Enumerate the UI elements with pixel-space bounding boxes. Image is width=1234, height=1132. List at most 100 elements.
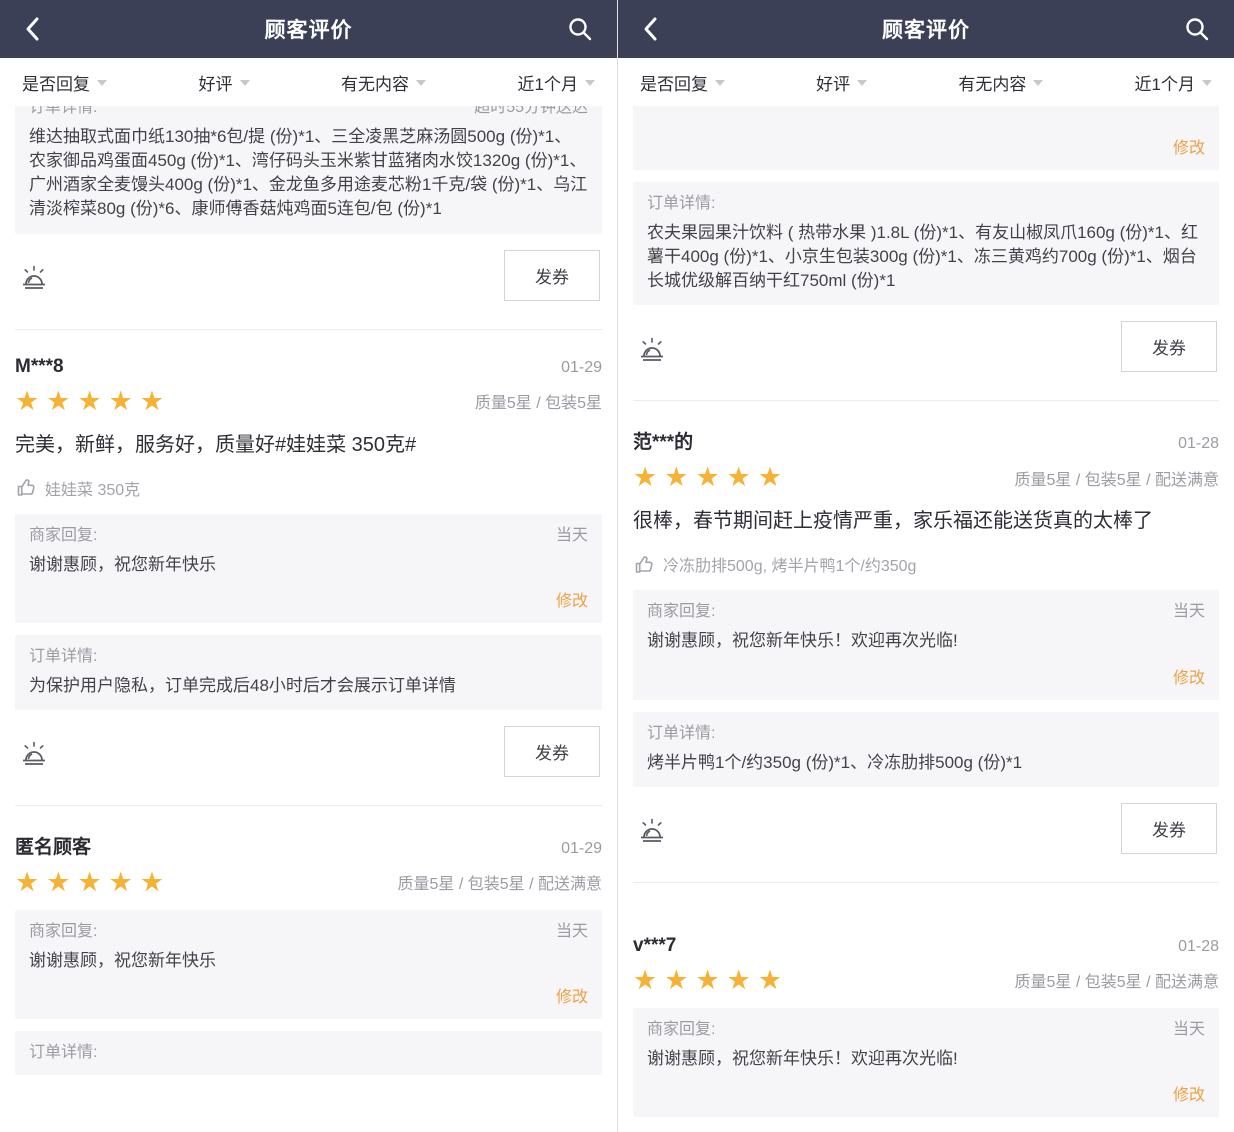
- filter-content[interactable]: 有无内容: [341, 70, 426, 95]
- star-icon: ★: [77, 867, 108, 897]
- merchant-reply-label: 商家回复:: [647, 1020, 715, 1040]
- back-button[interactable]: [638, 12, 672, 46]
- action-row: 发券: [635, 803, 1217, 854]
- customer-review-app: 顾客评价 是否回复 好评 有无内容 近1个月 订单详情: 超时55分钟送达 维达…: [0, 0, 1234, 1132]
- star-icon: ★: [140, 867, 171, 897]
- review-rating-row: ★★★★★ 质量5星 / 包装5星 / 配送满意: [15, 869, 602, 896]
- order-detail-label: 订单详情:: [647, 194, 715, 214]
- review-username: v***7: [633, 935, 676, 957]
- issue-coupon-button[interactable]: 发券: [504, 726, 600, 777]
- alarm-bell-icon[interactable]: [17, 734, 51, 768]
- action-row: 发券: [17, 726, 600, 777]
- modify-reply-link[interactable]: 修改: [29, 587, 588, 611]
- search-icon[interactable]: [1180, 12, 1214, 46]
- left-appbar: 顾客评价: [0, 0, 617, 58]
- back-button[interactable]: [20, 12, 54, 46]
- review-content: 很棒，春节期间赶上疫情严重，家乐福还能送货真的太棒了: [633, 507, 1219, 536]
- review-rating-row: ★★★★★ 质量5星 / 包装5星 / 配送满意: [633, 967, 1219, 994]
- order-privacy-text: 为保护用户隐私，订单完成后48小时后才会展示订单详情: [29, 674, 588, 698]
- page-title: 顾客评价: [0, 14, 617, 44]
- star-icon: ★: [695, 965, 726, 995]
- filter-period[interactable]: 近1个月: [1135, 70, 1212, 95]
- right-filterbar: 是否回复 好评 有无内容 近1个月: [618, 58, 1234, 106]
- review-rating-row: ★★★★★ 质量5星 / 包装5星: [15, 388, 602, 415]
- merchant-reply-label: 商家回复:: [29, 526, 97, 546]
- review-header: 范***的 01-28: [633, 427, 1219, 454]
- merchant-reply-label: 商家回复:: [647, 602, 715, 622]
- divider: [15, 805, 602, 806]
- review-username: 范***的: [633, 427, 693, 454]
- chevron-down-icon: [715, 80, 725, 86]
- review-date: 01-29: [561, 840, 602, 858]
- left-filterbar: 是否回复 好评 有无内容 近1个月: [0, 58, 617, 106]
- alarm-bell-icon[interactable]: [635, 330, 669, 364]
- merchant-reply-box: 修改: [633, 106, 1219, 170]
- filter-period[interactable]: 近1个月: [518, 70, 595, 95]
- review-username: M***8: [15, 356, 64, 378]
- issue-coupon-button[interactable]: 发券: [1121, 803, 1217, 854]
- product-tag: 娃娃菜 350克: [15, 476, 602, 500]
- reply-time-label: 当天: [1173, 1020, 1205, 1040]
- modify-reply-link[interactable]: 修改: [29, 983, 588, 1007]
- rating-detail-text: 质量5星 / 包装5星 / 配送满意: [398, 870, 602, 894]
- merchant-reply-box: 商家回复: 当天 谢谢惠顾，祝您新年快乐 修改: [15, 910, 602, 1019]
- merchant-reply-text: 谢谢惠顾，祝您新年快乐！欢迎再次光临!: [647, 1047, 1205, 1071]
- filter-reply-label: 是否回复: [22, 70, 90, 95]
- merchant-reply-text: 谢谢惠顾，祝您新年快乐: [29, 553, 588, 577]
- star-rating: ★★★★★: [633, 967, 789, 994]
- modify-reply-link[interactable]: 修改: [647, 1081, 1205, 1105]
- star-icon: ★: [664, 965, 695, 995]
- star-rating: ★★★★★: [633, 464, 789, 491]
- divider: [633, 400, 1219, 401]
- review-date: 01-28: [1178, 435, 1219, 453]
- search-icon[interactable]: [563, 12, 597, 46]
- filter-rating[interactable]: 好评: [199, 70, 250, 95]
- review-username: 匿名顾客: [15, 832, 91, 859]
- chevron-down-icon: [1033, 80, 1043, 86]
- review-header: v***7 01-28: [633, 935, 1219, 957]
- filter-reply[interactable]: 是否回复: [22, 70, 107, 95]
- order-detail-box: 订单详情: 烤半片鸭1个/约350g (份)*1、冷冻肋排500g (份)*1: [633, 712, 1219, 787]
- star-icon: ★: [633, 462, 664, 492]
- thumb-up-icon: [633, 554, 654, 575]
- star-icon: ★: [46, 867, 77, 897]
- alarm-bell-icon[interactable]: [17, 258, 51, 292]
- merchant-reply-label: 商家回复:: [29, 922, 97, 942]
- star-icon: ★: [633, 965, 664, 995]
- page-title: 顾客评价: [618, 14, 1234, 44]
- action-row: 发券: [635, 321, 1217, 372]
- product-tag-label: 冷冻肋排500g, 烤半片鸭1个/约350g: [663, 552, 916, 576]
- star-icon: ★: [758, 965, 789, 995]
- star-icon: ★: [664, 462, 695, 492]
- order-detail-box: 订单详情: 农夫果园果汁饮料 ( 热带水果 )1.8L (份)*1、有友山椒凤爪…: [633, 182, 1219, 305]
- filter-rating-label: 好评: [199, 70, 233, 95]
- merchant-reply-box: 商家回复: 当天 谢谢惠顾，祝您新年快乐！欢迎再次光临! 修改: [633, 1008, 1219, 1117]
- filter-rating[interactable]: 好评: [816, 70, 867, 95]
- order-items-text: 烤半片鸭1个/约350g (份)*1、冷冻肋排500g (份)*1: [647, 751, 1205, 775]
- filter-rating-label: 好评: [816, 70, 850, 95]
- star-icon: ★: [695, 462, 726, 492]
- review-content: 完美，新鲜，服务好，质量好#娃娃菜 350克#: [15, 431, 602, 460]
- filter-content[interactable]: 有无内容: [958, 70, 1043, 95]
- reply-time-label: 当天: [556, 922, 588, 942]
- merchant-reply-text: 谢谢惠顾，祝您新年快乐！欢迎再次光临!: [647, 629, 1205, 653]
- product-tag-label: 娃娃菜 350克: [45, 476, 140, 500]
- order-detail-box: 订单详情:: [15, 1031, 602, 1075]
- modify-reply-link[interactable]: 修改: [647, 664, 1205, 688]
- filter-period-label: 近1个月: [518, 70, 578, 95]
- order-detail-label: 订单详情:: [29, 106, 97, 118]
- star-icon: ★: [727, 462, 758, 492]
- order-detail-label: 订单详情:: [647, 724, 715, 744]
- modify-reply-link[interactable]: 修改: [647, 134, 1205, 158]
- star-icon: ★: [109, 867, 140, 897]
- filter-content-label: 有无内容: [958, 70, 1026, 95]
- divider: [15, 329, 602, 330]
- rating-detail-text: 质量5星 / 包装5星 / 配送满意: [1015, 968, 1219, 992]
- left-content: 订单详情: 超时55分钟送达 维达抽取式面巾纸130抽*6包/提 (份)*1、三…: [0, 106, 617, 1132]
- alarm-bell-icon[interactable]: [635, 811, 669, 845]
- issue-coupon-button[interactable]: 发券: [504, 250, 600, 301]
- issue-coupon-button[interactable]: 发券: [1121, 321, 1217, 372]
- review-date: 01-28: [1178, 938, 1219, 956]
- order-detail-box: 订单详情: 超时55分钟送达 维达抽取式面巾纸130抽*6包/提 (份)*1、三…: [15, 106, 602, 234]
- filter-reply[interactable]: 是否回复: [640, 70, 725, 95]
